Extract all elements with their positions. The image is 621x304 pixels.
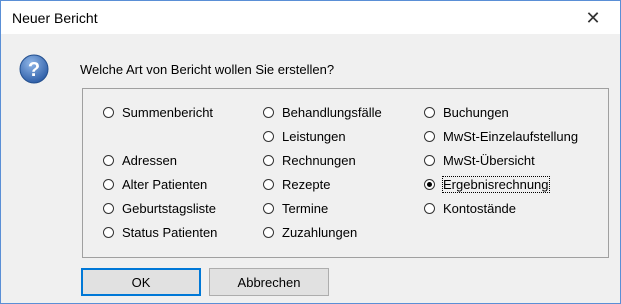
radio-adressen[interactable]: Adressen <box>103 152 177 168</box>
radio-status-patienten[interactable]: Status Patienten <box>103 224 217 240</box>
radio-label: Leistungen <box>282 128 346 144</box>
radio-label: Kontostände <box>443 200 517 216</box>
title-bar: Neuer Bericht ✕ <box>1 1 620 34</box>
radio-label: Ergebnisrechnung <box>442 175 550 193</box>
radio-circle[interactable] <box>263 178 274 190</box>
radio-label: Zuzahlungen <box>282 224 358 240</box>
radio-circle[interactable] <box>424 154 435 166</box>
dialog-window: Neuer Bericht ✕ ? Welche Art von Bericht… <box>0 0 621 304</box>
radio-circle[interactable] <box>424 202 435 214</box>
radio-label: Rezepte <box>282 176 331 192</box>
radio-leistungen[interactable]: Leistungen <box>263 128 346 144</box>
radio-mwst-einzelaufstellung[interactable]: MwSt-Einzelaufstellung <box>424 128 578 144</box>
radio-mwst-uebersicht[interactable]: MwSt-Übersicht <box>424 152 535 168</box>
question-text: Welche Art von Bericht wollen Sie erstel… <box>80 62 335 77</box>
close-icon[interactable]: ✕ <box>570 1 616 34</box>
radio-summenbericht[interactable]: Summenbericht <box>103 104 213 120</box>
radio-label: Geburtstagsliste <box>122 200 216 216</box>
radio-circle[interactable] <box>263 226 274 238</box>
radio-circle[interactable] <box>263 106 274 118</box>
radio-label: Status Patienten <box>122 224 218 240</box>
radio-rezepte[interactable]: Rezepte <box>263 176 330 192</box>
radio-circle[interactable] <box>424 106 435 118</box>
radio-geburtstagsliste[interactable]: Geburtstagsliste <box>103 200 216 216</box>
radio-alter-patienten[interactable]: Alter Patienten <box>103 176 207 192</box>
radio-ergebnisrechnung[interactable]: Ergebnisrechnung <box>424 175 550 193</box>
radio-buchungen[interactable]: Buchungen <box>424 104 509 120</box>
radio-label: Termine <box>282 200 329 216</box>
cancel-button[interactable]: Abbrechen <box>209 268 329 296</box>
radio-termine[interactable]: Termine <box>263 200 328 216</box>
radio-circle[interactable] <box>103 178 114 190</box>
radio-circle[interactable] <box>103 154 114 166</box>
radio-circle[interactable] <box>424 178 435 190</box>
radio-circle[interactable] <box>263 130 274 142</box>
radio-label: Adressen <box>122 152 177 168</box>
window-title: Neuer Bericht <box>12 10 98 26</box>
radio-rechnungen[interactable]: Rechnungen <box>263 152 356 168</box>
question-icon: ? <box>19 54 49 84</box>
svg-text:?: ? <box>28 59 40 81</box>
radio-kontostaende[interactable]: Kontostände <box>424 200 516 216</box>
radio-circle[interactable] <box>103 202 114 214</box>
ok-button[interactable]: OK <box>81 268 201 296</box>
radio-label: Buchungen <box>443 104 509 120</box>
radio-label: Rechnungen <box>282 152 356 168</box>
radio-circle[interactable] <box>103 106 114 118</box>
radio-label: MwSt-Einzelaufstellung <box>443 128 579 144</box>
radio-circle[interactable] <box>263 202 274 214</box>
radio-label: Summenbericht <box>122 104 214 120</box>
radio-circle[interactable] <box>424 130 435 142</box>
radio-circle[interactable] <box>103 226 114 238</box>
radio-label: Behandlungsfälle <box>282 104 382 120</box>
radio-label: MwSt-Übersicht <box>443 152 535 168</box>
radio-circle[interactable] <box>263 154 274 166</box>
radio-zuzahlungen[interactable]: Zuzahlungen <box>263 224 357 240</box>
radio-behandlungsfaelle[interactable]: Behandlungsfälle <box>263 104 382 120</box>
radio-label: Alter Patienten <box>122 176 208 192</box>
